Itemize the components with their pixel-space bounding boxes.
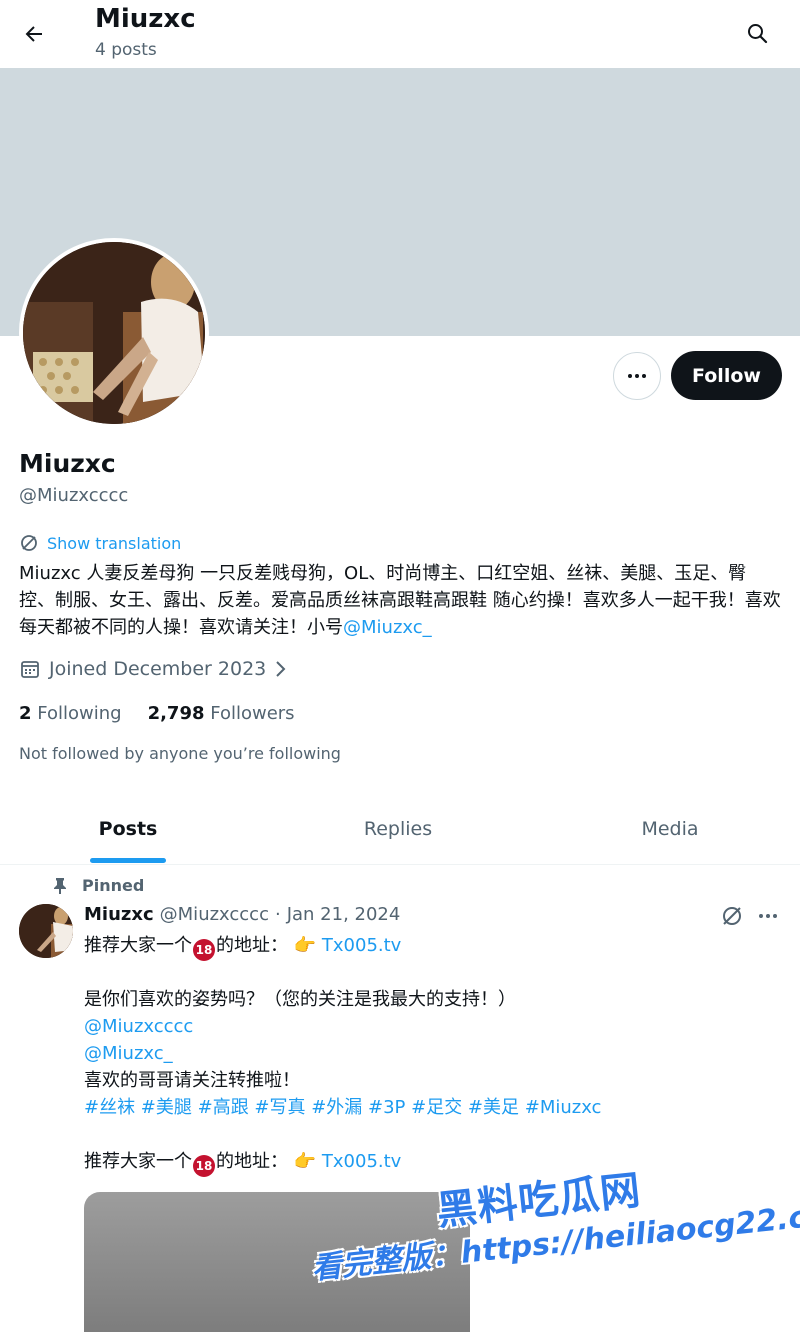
profile-stats: 2 Following 2,798 Followers xyxy=(19,703,295,724)
more-options-button[interactable] xyxy=(613,352,661,400)
ellipsis-icon xyxy=(759,914,777,918)
chevron-right-icon xyxy=(276,661,286,677)
pointing-hand-emoji: 👉 xyxy=(293,935,317,956)
profile-handle: @Miuzxcccc xyxy=(19,485,129,506)
calendar-icon xyxy=(21,661,39,678)
post-author-handle[interactable]: @Miuzxcccc xyxy=(160,904,269,925)
hashtag-links[interactable]: #丝袜 #美腿 #高跟 #写真 #外漏 #3P #足交 #美足 #Miuzxc xyxy=(84,1097,601,1118)
profile-avatar[interactable] xyxy=(19,238,209,428)
grok-icon xyxy=(723,907,741,925)
post-line: 推荐大家一个 18 的地址： 👉 Tx005.tv xyxy=(84,932,774,961)
post-author-name[interactable]: Miuzxc xyxy=(84,904,154,925)
post-text: 推荐大家一个 xyxy=(84,1151,192,1172)
post-mention-line: @Miuzxc_ xyxy=(84,1040,774,1067)
show-translation-link[interactable]: Show translation xyxy=(19,533,181,553)
post-body: 推荐大家一个 18 的地址： 👉 Tx005.tv 是你们喜欢的姿势吗？（您的关注是… xyxy=(84,932,774,1177)
post-more-button[interactable] xyxy=(752,900,784,932)
translate-icon xyxy=(21,535,37,551)
bio-mention-link[interactable]: @Miuzxc_ xyxy=(343,617,432,638)
following-label: Following xyxy=(37,703,122,724)
age-18-badge: 18 xyxy=(193,939,215,961)
post-avatar-photo xyxy=(19,904,73,958)
post-text: 的地址： xyxy=(216,935,288,956)
profile-tabs: Posts Replies Media xyxy=(0,793,800,865)
pin-icon xyxy=(54,877,66,894)
tab-media[interactable]: Media xyxy=(540,793,800,865)
post-blank-line xyxy=(84,1121,774,1148)
not-followed-note: Not followed by anyone you’re following xyxy=(19,744,341,763)
ellipsis-icon xyxy=(628,374,646,378)
post-author-avatar[interactable] xyxy=(19,904,73,958)
post-link[interactable]: Tx005.tv xyxy=(322,1151,401,1172)
post-line: 是你们喜欢的姿势吗？（您的关注是我最大的支持！） xyxy=(84,989,516,1010)
post-date[interactable]: Jan 21, 2024 xyxy=(287,904,401,925)
avatar-photo xyxy=(23,242,205,424)
arrow-left-icon xyxy=(25,26,42,42)
pinned-label: Pinned xyxy=(52,876,144,895)
grok-button[interactable] xyxy=(720,904,744,932)
post-mention-link[interactable]: @Miuzxc_ xyxy=(84,1043,173,1064)
post-line: 喜欢的哥哥请关注转推啦！ xyxy=(84,1070,300,1091)
active-tab-indicator xyxy=(90,858,166,863)
pointing-hand-emoji: 👉 xyxy=(293,1151,317,1172)
followers-label: Followers xyxy=(210,703,295,724)
following-link[interactable]: 2 Following xyxy=(19,703,122,724)
post-blank-line xyxy=(84,959,774,986)
follow-button[interactable]: Follow xyxy=(671,351,782,400)
tab-replies[interactable]: Replies xyxy=(256,793,540,865)
pinned-text: Pinned xyxy=(82,876,145,895)
followers-link[interactable]: 2,798 Followers xyxy=(148,703,295,724)
search-icon xyxy=(748,24,768,44)
profile-name: Miuzxc xyxy=(19,449,116,478)
age-18-badge: 18 xyxy=(193,1155,215,1177)
header-post-count: 4 posts xyxy=(95,40,157,60)
post-line: 推荐大家一个 18 的地址： 👉 Tx005.tv xyxy=(84,1148,774,1177)
back-button[interactable] xyxy=(14,14,54,54)
tab-posts[interactable]: Posts xyxy=(0,793,256,865)
post-text: 推荐大家一个 xyxy=(84,935,192,956)
search-button[interactable] xyxy=(737,13,777,53)
joined-date[interactable]: Joined December 2023 xyxy=(19,658,288,680)
post-header: Miuzxc @Miuzxcccc · Jan 21, 2024 xyxy=(84,904,400,925)
profile-header: Miuzxc 4 posts xyxy=(0,0,800,68)
post-text: 的地址： xyxy=(216,1151,288,1172)
profile-bio: Miuzxc 人妻反差母狗 一只反差贱母狗，OL、时尚博主、口红空姐、丝袜、美腿… xyxy=(19,560,781,641)
post-separator: · xyxy=(274,904,281,925)
post-mention-line: @Miuzxcccc xyxy=(84,1013,774,1040)
post-mention-link[interactable]: @Miuzxcccc xyxy=(84,1016,193,1037)
followers-count: 2,798 xyxy=(147,703,205,724)
post-link[interactable]: Tx005.tv xyxy=(322,935,401,956)
joined-label: Joined December 2023 xyxy=(49,658,267,680)
post-hashtags: #丝袜 #美腿 #高跟 #写真 #外漏 #3P #足交 #美足 #Miuzxc xyxy=(84,1094,774,1121)
following-count: 2 xyxy=(19,703,32,724)
show-translation-label: Show translation xyxy=(47,533,182,553)
header-title: Miuzxc xyxy=(95,4,196,34)
